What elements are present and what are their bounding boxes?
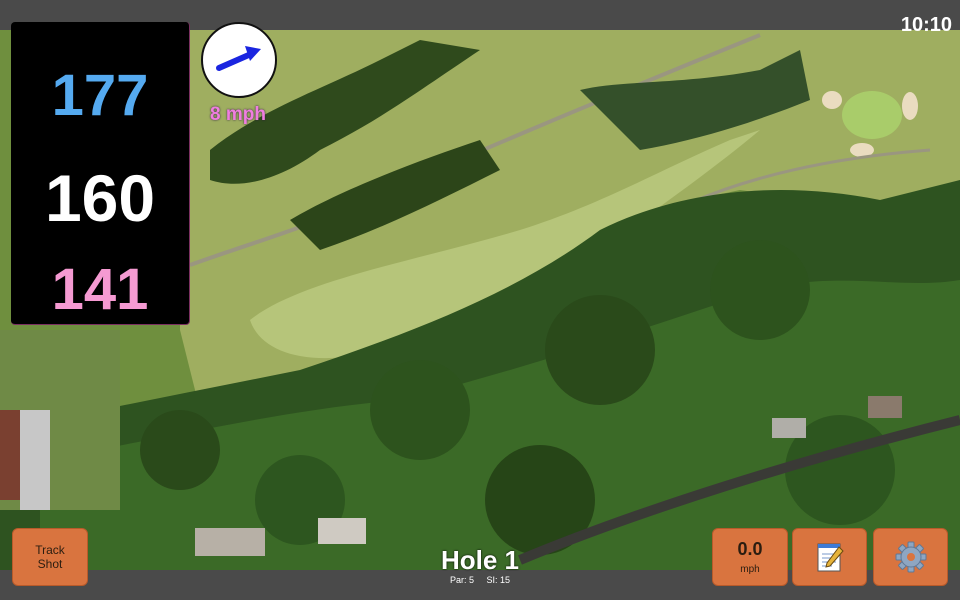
wind-speed-button[interactable]: 0.0 mph (712, 528, 788, 586)
wind-speed-value: 0.0 (737, 539, 763, 559)
notes-button[interactable] (792, 528, 867, 586)
track-shot-label-line1: Track (35, 543, 65, 557)
notepad-icon (817, 543, 844, 572)
wind-speed-label: 8 mph (210, 104, 266, 125)
hole-par: Par: 5 (449, 575, 474, 585)
arrow-right-icon (216, 46, 261, 71)
back-distance: 177 (51, 63, 149, 128)
status-time: 10:10 (900, 14, 952, 36)
hole-details: Par: 5 SI: 15 (380, 575, 580, 585)
yardage-panel: 177 160 141 (11, 22, 190, 325)
wind-indicator (201, 22, 277, 98)
middle-distance: 160 (44, 161, 156, 235)
gear-icon (895, 541, 926, 573)
settings-button[interactable] (873, 528, 948, 586)
hole-stroke-index: SI: 15 (486, 575, 511, 585)
wind-speed-unit: mph (740, 564, 760, 575)
track-shot-button[interactable]: Track Shot (12, 528, 88, 586)
track-shot-label-line2: Shot (37, 557, 63, 571)
hole-title: Hole 1 (440, 545, 520, 575)
front-distance: 141 (51, 257, 149, 322)
hole-info: Hole 1 Par: 5 SI: 15 (380, 547, 580, 585)
